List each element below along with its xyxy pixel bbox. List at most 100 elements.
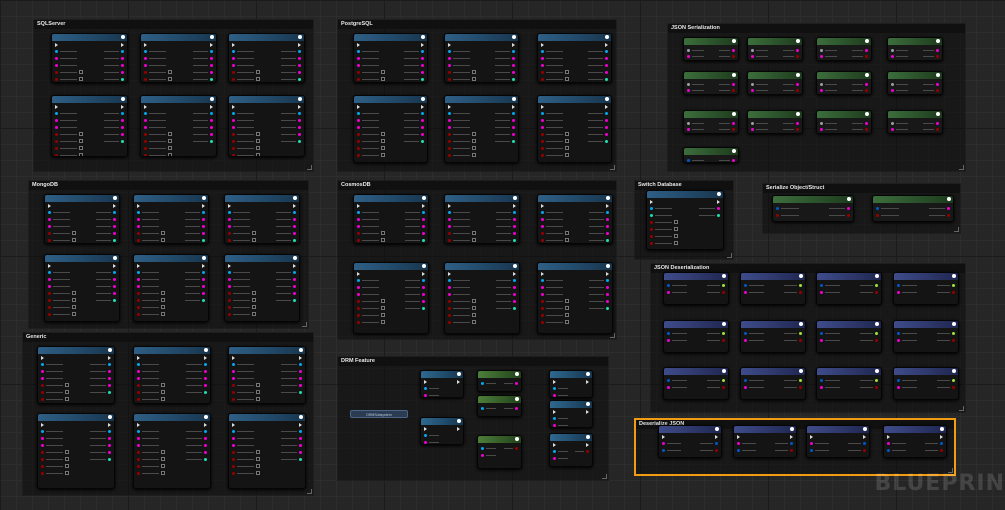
input-pin[interactable] — [650, 235, 653, 238]
output-pin[interactable] — [847, 214, 850, 217]
output-pin[interactable] — [113, 225, 116, 228]
checkbox[interactable] — [472, 320, 476, 324]
output-pin[interactable] — [606, 307, 609, 310]
output-pin[interactable] — [113, 299, 116, 302]
output-pin[interactable] — [422, 239, 425, 242]
input-pin[interactable] — [55, 140, 58, 143]
input-pin[interactable] — [541, 300, 544, 303]
input-pin[interactable] — [232, 126, 235, 129]
input-pin[interactable] — [448, 211, 451, 214]
output-pin[interactable] — [875, 332, 878, 335]
input-pin[interactable] — [424, 434, 427, 437]
checkbox[interactable] — [472, 153, 476, 157]
input-pin[interactable] — [448, 50, 451, 53]
input-pin[interactable] — [820, 332, 823, 335]
exec-input-pin[interactable] — [553, 443, 556, 447]
exec-output-pin[interactable] — [298, 105, 301, 109]
input-pin[interactable] — [744, 332, 747, 335]
blueprint-node[interactable] — [549, 433, 593, 467]
output-pin[interactable] — [108, 458, 111, 461]
output-pin[interactable] — [298, 112, 301, 115]
checkbox[interactable] — [565, 139, 569, 143]
output-pin[interactable] — [936, 83, 939, 86]
output-pin[interactable] — [293, 278, 296, 281]
checkbox[interactable] — [161, 464, 165, 468]
checkbox[interactable] — [256, 153, 260, 156]
checkbox[interactable] — [252, 238, 256, 242]
exec-output-pin[interactable] — [210, 43, 213, 47]
blueprint-node[interactable] — [44, 194, 120, 244]
checkbox[interactable] — [79, 77, 83, 81]
output-pin[interactable] — [513, 279, 516, 282]
input-pin[interactable] — [650, 214, 653, 217]
output-pin[interactable] — [121, 57, 124, 60]
blueprint-node[interactable] — [683, 71, 739, 95]
output-pin[interactable] — [204, 384, 207, 387]
output-pin[interactable] — [799, 379, 802, 382]
output-pin[interactable] — [108, 451, 111, 454]
checkbox[interactable] — [161, 298, 165, 302]
input-pin[interactable] — [357, 314, 360, 317]
checkbox[interactable] — [252, 291, 256, 295]
output-pin[interactable] — [936, 89, 939, 92]
checkbox[interactable] — [565, 146, 569, 150]
blueprint-node[interactable] — [37, 413, 115, 489]
exec-output-pin[interactable] — [512, 43, 515, 47]
output-pin[interactable] — [210, 112, 213, 115]
output-pin[interactable] — [421, 126, 424, 129]
output-pin[interactable] — [113, 211, 116, 214]
output-pin[interactable] — [202, 211, 205, 214]
blueprint-node[interactable] — [140, 95, 217, 157]
input-pin[interactable] — [41, 465, 44, 468]
output-pin[interactable] — [298, 57, 301, 60]
input-pin[interactable] — [232, 154, 235, 156]
output-pin[interactable] — [512, 78, 515, 81]
input-pin[interactable] — [232, 64, 235, 67]
input-pin[interactable] — [144, 154, 147, 156]
blueprint-node[interactable] — [872, 195, 954, 222]
resize-handle[interactable] — [602, 474, 607, 479]
exec-input-pin[interactable] — [553, 410, 556, 414]
output-pin[interactable] — [732, 89, 735, 92]
input-pin[interactable] — [144, 126, 147, 129]
checkbox[interactable] — [381, 320, 385, 324]
input-pin[interactable] — [137, 430, 140, 433]
input-pin[interactable] — [48, 292, 51, 295]
output-pin[interactable] — [512, 57, 515, 60]
blueprint-node[interactable] — [140, 33, 217, 83]
checkbox[interactable] — [65, 383, 69, 387]
checkbox[interactable] — [168, 70, 172, 74]
input-pin[interactable] — [744, 284, 747, 287]
input-pin[interactable] — [41, 370, 44, 373]
input-pin[interactable] — [228, 278, 231, 281]
input-pin[interactable] — [667, 379, 670, 382]
blueprint-node[interactable] — [549, 370, 593, 398]
output-pin[interactable] — [299, 458, 302, 461]
input-pin[interactable] — [232, 465, 235, 468]
blueprint-node[interactable] — [733, 425, 797, 458]
checkbox[interactable] — [72, 312, 76, 316]
input-pin[interactable] — [897, 386, 900, 389]
input-pin[interactable] — [137, 292, 140, 295]
exec-input-pin[interactable] — [228, 264, 231, 268]
blueprint-node[interactable] — [420, 370, 464, 398]
input-pin[interactable] — [744, 386, 747, 389]
output-pin[interactable] — [422, 307, 425, 310]
output-pin[interactable] — [422, 211, 425, 214]
output-pin[interactable] — [108, 430, 111, 433]
output-pin[interactable] — [722, 339, 725, 342]
input-pin[interactable] — [144, 71, 147, 74]
input-pin[interactable] — [357, 57, 360, 60]
input-pin[interactable] — [232, 71, 235, 74]
checkbox[interactable] — [65, 457, 69, 461]
input-pin[interactable] — [55, 64, 58, 67]
input-pin[interactable] — [448, 154, 451, 157]
checkbox[interactable] — [168, 132, 172, 136]
exec-output-pin[interactable] — [715, 435, 718, 439]
input-pin[interactable] — [55, 126, 58, 129]
exec-input-pin[interactable] — [357, 204, 360, 208]
output-pin[interactable] — [210, 71, 213, 74]
resize-handle[interactable] — [610, 165, 615, 170]
output-pin[interactable] — [298, 140, 301, 143]
output-pin[interactable] — [299, 363, 302, 366]
